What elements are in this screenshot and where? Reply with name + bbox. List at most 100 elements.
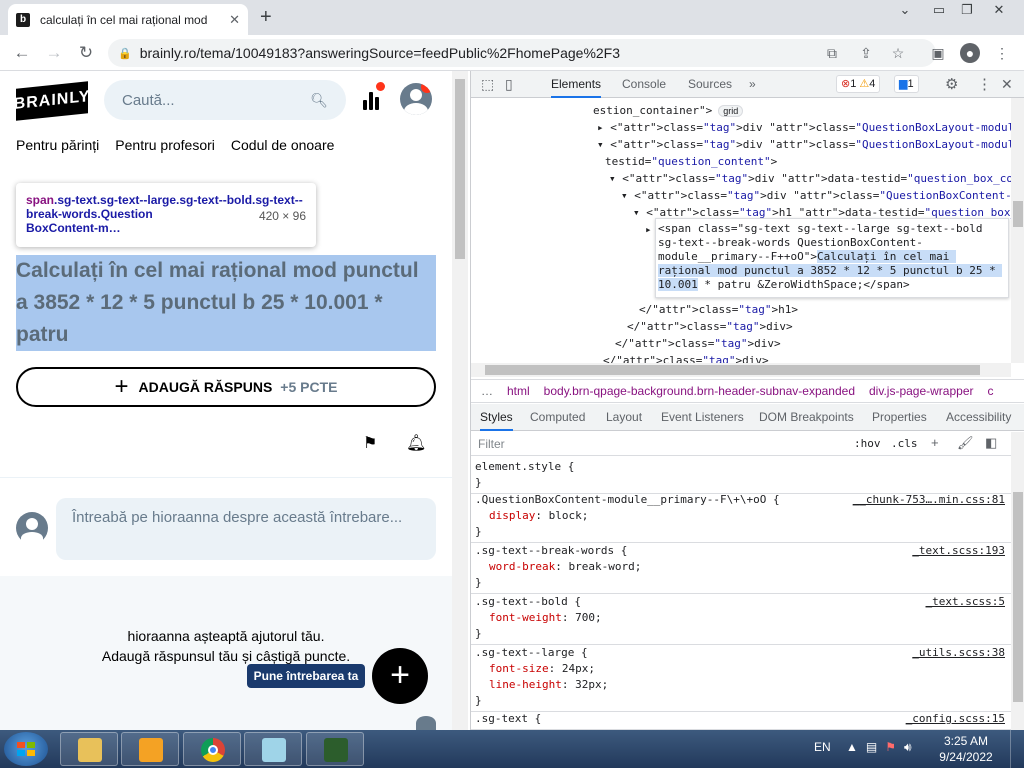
nav-parents[interactable]: Pentru părinți [16, 137, 99, 153]
page-scrollbar[interactable] [452, 71, 468, 730]
breadcrumb-ellipsis[interactable]: … [481, 384, 493, 398]
ask-question-button[interactable]: Pune întrebarea ta [247, 664, 365, 688]
bell-icon[interactable]: 🔔︎ [406, 433, 426, 452]
inspect-element-icon[interactable]: ⬚ [481, 71, 494, 98]
devtools-close-icon[interactable]: ✕ [1001, 71, 1013, 98]
css-rule-source-link[interactable]: _text.scss:5 [926, 594, 1005, 610]
stats-icon[interactable] [361, 82, 385, 112]
error-badge[interactable]: ⊗1 ⚠4 [836, 75, 881, 93]
css-declaration[interactable]: font-weight: 700; [475, 610, 1007, 626]
css-declaration[interactable]: display: block; [475, 508, 1007, 524]
tab-accessibility[interactable]: Accessibility [946, 404, 1011, 431]
share-icon[interactable]: ⇪ [856, 43, 876, 63]
css-declaration[interactable]: word-break: break-word; [475, 559, 1007, 575]
tab-event-listeners[interactable]: Event Listeners [661, 404, 744, 431]
css-rule[interactable]: .sg-text {_config.scss:15 [471, 709, 1011, 730]
css-rule-source-link[interactable]: _config.scss:15 [906, 711, 1005, 727]
css-rule-source-link[interactable]: _text.scss:193 [912, 543, 1005, 559]
breadcrumb-body[interactable]: body.brn-qpage-background.brn-header-sub… [544, 384, 855, 398]
tray-arrow-icon[interactable]: ▲ [846, 740, 858, 755]
css-rule[interactable]: .sg-text--break-words {_text.scss:193 wor… [471, 541, 1011, 594]
language-indicator[interactable]: EN [814, 740, 831, 754]
css-rule[interactable]: .sg-text--large {_utils.scss:38 font-size… [471, 643, 1011, 712]
filter-input[interactable]: Filter [478, 437, 505, 451]
tab-properties[interactable]: Properties [872, 404, 927, 431]
breadcrumb-more[interactable]: c [988, 384, 994, 398]
start-button[interactable] [4, 732, 48, 766]
flag-icon[interactable]: ⚑ [363, 433, 381, 452]
expand-caret-icon[interactable]: ▸ [645, 221, 652, 238]
breadcrumb-page-wrapper[interactable]: div.js-page-wrapper [869, 384, 974, 398]
dom-edit-box[interactable]: <span class="sg-text sg-text--large sg-t… [655, 218, 1009, 298]
add-question-plus-button[interactable]: + [372, 648, 428, 704]
new-rule-icon[interactable]: + [931, 435, 939, 450]
dom-tree-line[interactable]: testid="question_content"> [605, 153, 777, 170]
dom-tree-line[interactable]: </"attr">class="tag">h1> [639, 301, 798, 318]
tab-dom-breakpoints[interactable]: DOM Breakpoints [759, 404, 854, 431]
css-rule-source-link[interactable]: _utils.scss:38 [912, 645, 1005, 661]
tab-elements[interactable]: Elements [551, 71, 602, 98]
toggle-sidebar-icon[interactable]: ◧ [985, 435, 997, 451]
translate-icon[interactable]: ⧉ [822, 43, 842, 63]
css-rule[interactable]: .QuestionBoxContent-module__primary--F\+… [471, 490, 1011, 543]
tab-console[interactable]: Console [622, 71, 666, 98]
chevron-down-icon[interactable]: ⌄ [890, 0, 920, 20]
taskbar-terminal[interactable] [306, 732, 364, 766]
close-icon[interactable]: ✕ [984, 0, 1014, 20]
taskbar-file-explorer[interactable] [60, 732, 118, 766]
tab-layout[interactable]: Layout [606, 404, 642, 431]
more-tabs-icon[interactable]: » [749, 71, 756, 98]
tab-close-icon[interactable]: ✕ [229, 12, 240, 28]
side-panel-icon[interactable]: ▣ [928, 43, 948, 63]
tab-computed[interactable]: Computed [530, 404, 585, 431]
forward-icon[interactable]: → [42, 41, 66, 65]
tab-sources[interactable]: Sources [688, 71, 732, 98]
restore-icon[interactable]: ❐ [952, 0, 982, 20]
show-desktop-button[interactable] [1010, 730, 1024, 768]
devtools-menu-icon[interactable]: ⋮ [977, 71, 992, 98]
hov-toggle[interactable]: :hov [854, 437, 881, 450]
ask-asker-input[interactable]: Întreabă pe hioraanna despre această înt… [56, 498, 436, 560]
search-icon[interactable]: 🔍︎ [310, 92, 328, 109]
styles-scrollbar[interactable] [1011, 432, 1024, 730]
new-tab-icon[interactable]: + [260, 6, 272, 29]
minimize-icon[interactable]: ▭ [924, 0, 954, 20]
network-icon[interactable]: ▤ [866, 740, 877, 755]
messages-badge[interactable]: ▆1 [894, 75, 919, 93]
taskbar-notepad[interactable] [244, 732, 302, 766]
brainly-logo[interactable]: BRAINLY [14, 81, 90, 121]
taskbar-media-player[interactable] [121, 732, 179, 766]
grid-badge[interactable]: grid [718, 105, 744, 117]
tab-styles[interactable]: Styles [480, 404, 513, 431]
css-rule[interactable]: element.style {} [471, 457, 1011, 494]
clock[interactable]: 3:25 AM 9/24/2022 [938, 733, 994, 765]
profile-icon[interactable]: ● [960, 43, 980, 63]
bookmark-star-icon[interactable]: ☆ [888, 43, 908, 63]
dom-tree-line[interactable]: </"attr">class="tag">div> [627, 318, 793, 335]
reload-icon[interactable]: ↻ [74, 41, 98, 65]
cls-toggle[interactable]: .cls [891, 437, 918, 450]
css-rule-source-link[interactable]: __chunk-753….min.css:81 [853, 492, 1005, 508]
dom-tree-line[interactable]: ▸ <"attr">class="tag">div "attr">class="… [597, 119, 1011, 136]
dom-tree-line[interactable]: ▾ <"attr">class="tag">div "attr">class="… [621, 187, 1011, 204]
paint-icon[interactable]: 🖌︎ [957, 435, 974, 451]
settings-gear-icon[interactable]: ⚙ [945, 71, 958, 98]
taskbar-chrome[interactable] [183, 732, 241, 766]
dom-tree-line[interactable]: </"attr">class="tag">div> [615, 335, 781, 352]
menu-kebab-icon[interactable]: ⋮ [992, 43, 1012, 63]
dom-scrollbar-vertical[interactable] [1011, 98, 1024, 363]
dom-tree-line[interactable]: estion_container"> grid [593, 102, 744, 120]
dom-tree-line[interactable]: </"attr">class="tag">div> [603, 352, 769, 363]
nav-honor-code[interactable]: Codul de onoare [231, 137, 335, 153]
dom-tree-line[interactable]: ▾ <"attr">class="tag">div "attr">data-te… [609, 170, 1011, 187]
user-avatar[interactable] [400, 83, 432, 115]
nav-teachers[interactable]: Pentru profesori [115, 137, 215, 153]
back-icon[interactable]: ← [10, 41, 34, 65]
browser-tab[interactable]: b calculați în cel mai rațional mod ✕ [8, 4, 248, 35]
search-input[interactable]: Caută... 🔍︎ [104, 80, 346, 120]
add-answer-button[interactable]: + ADAUGĂ RĂSPUNS +5 PCTE [16, 367, 436, 407]
flag-tray-icon[interactable]: ⚑ [885, 740, 896, 755]
device-toolbar-icon[interactable]: ▯ [505, 71, 513, 98]
css-declaration[interactable]: font-size: 24px; [475, 661, 1007, 677]
breadcrumb-html[interactable]: html [507, 384, 530, 398]
